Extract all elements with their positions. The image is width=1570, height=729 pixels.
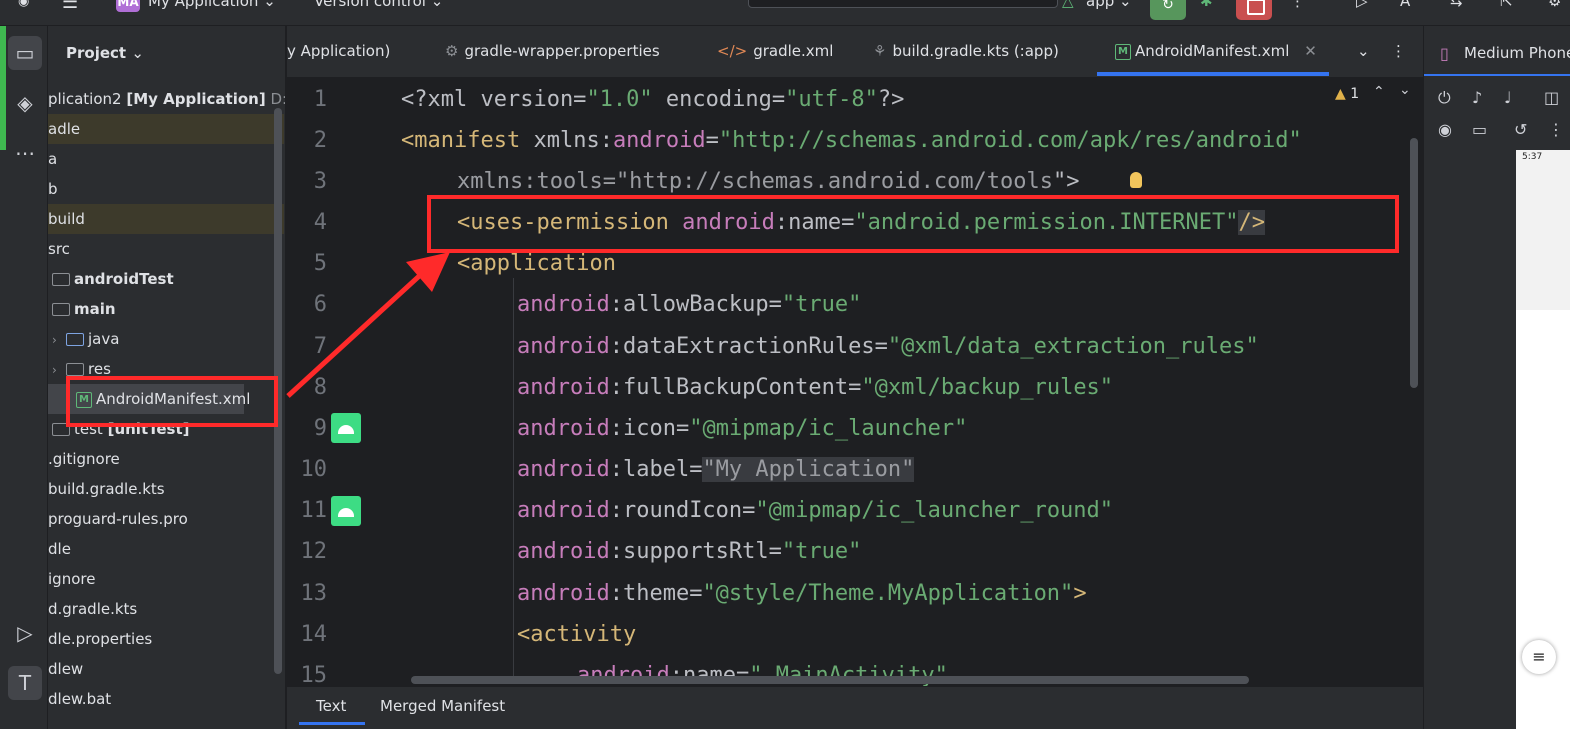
tab-text[interactable]: Text — [316, 697, 346, 715]
device-tab-indicator — [1424, 74, 1570, 76]
volume-down-icon[interactable]: ♩ — [1504, 88, 1512, 107]
camera-icon[interactable]: ◉ — [1438, 120, 1452, 139]
annotation-arrow — [286, 252, 450, 398]
menu-fab[interactable]: ≡ — [1522, 640, 1556, 674]
more-options-icon[interactable]: ⋮ — [1548, 120, 1564, 139]
tab-merged-manifest[interactable]: Merged Manifest — [380, 697, 505, 715]
rotate-icon[interactable]: ◫ — [1544, 88, 1559, 107]
reset-icon[interactable]: ↺ — [1514, 120, 1527, 139]
running-devices-panel: ▯ Medium Phone ⏻ ♪ ♩ ◫ ◉ ▭ ↺ ⋮ 5:37 ≡ — [1423, 26, 1570, 729]
app-bar — [1516, 150, 1570, 310]
manifest-view-tabs: Text Merged Manifest — [287, 686, 1423, 729]
power-icon[interactable]: ⏻ — [1438, 88, 1451, 108]
phone-device-icon: ▯ — [1440, 44, 1449, 63]
device-name[interactable]: Medium Phone — [1464, 44, 1570, 62]
status-bar-time: 5:37 — [1522, 152, 1543, 162]
active-tab-indicator — [299, 722, 365, 725]
volume-up-icon[interactable]: ♪ — [1472, 88, 1482, 107]
screen-record-icon[interactable]: ▭ — [1472, 120, 1487, 139]
